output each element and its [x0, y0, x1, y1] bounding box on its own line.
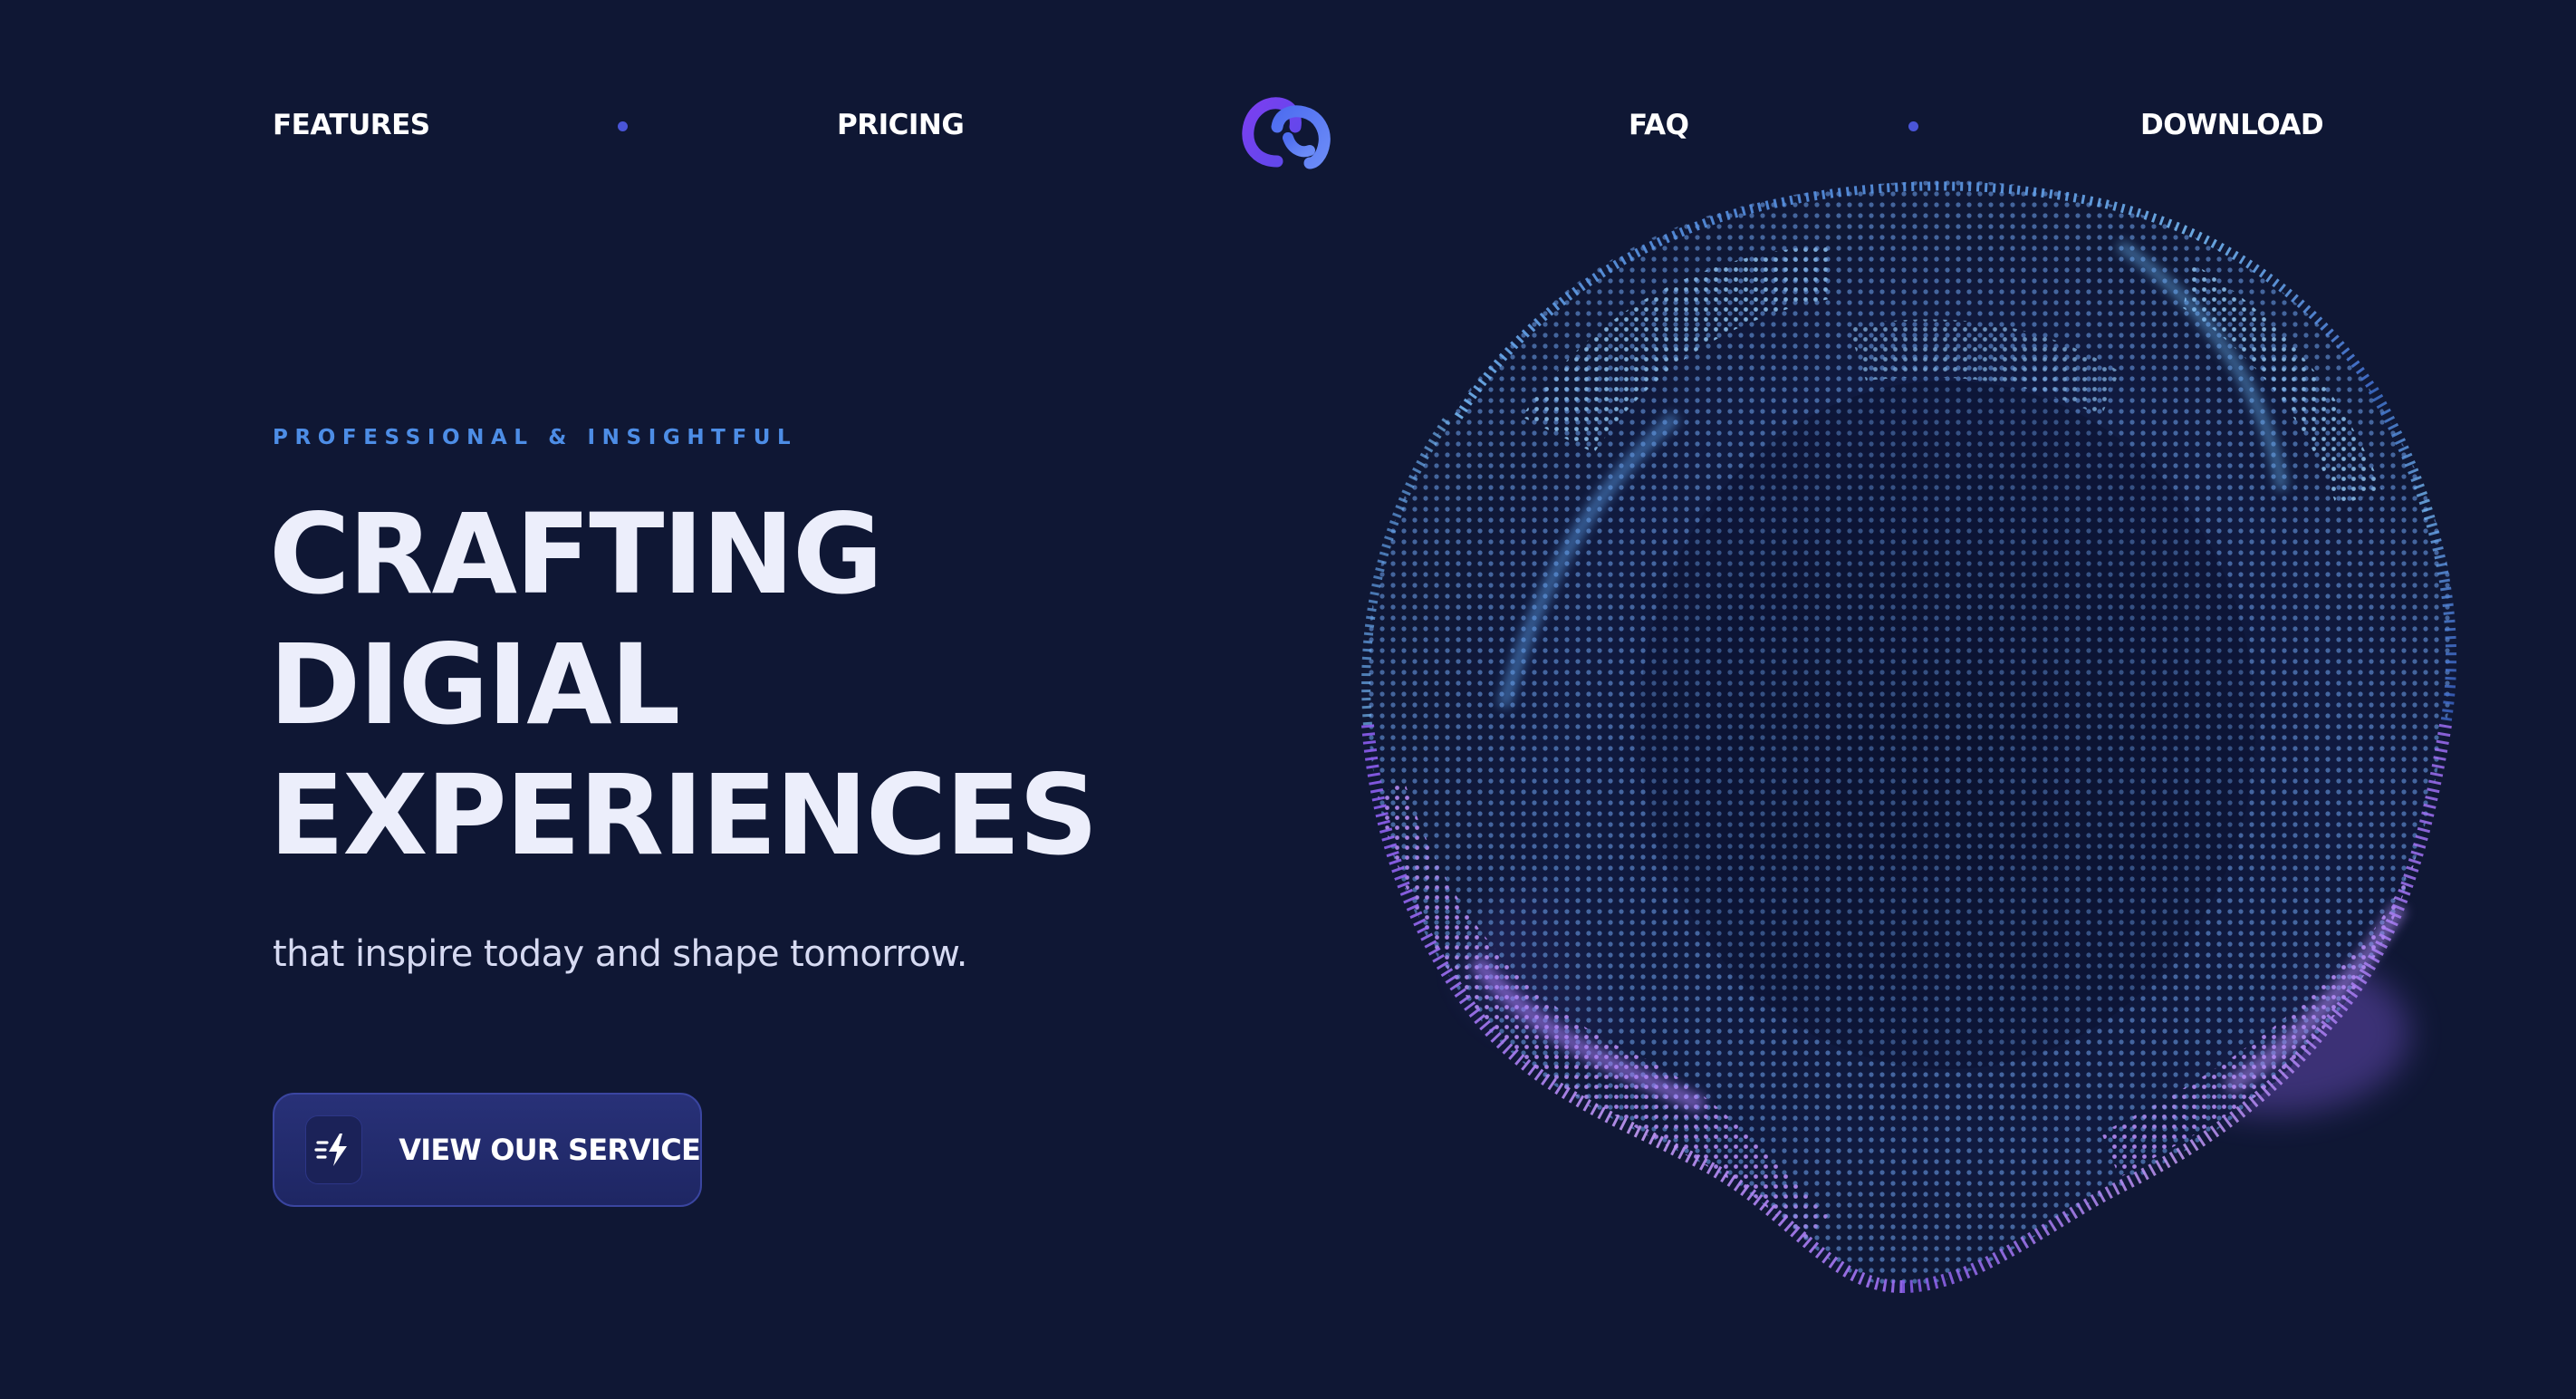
nav-link-faq[interactable]: FAQ: [1629, 107, 1689, 143]
hero-headline: CRAFTING DIGIAL EXPERIENCES: [269, 489, 1099, 881]
hero-eyebrow: PROFESSIONAL & INSIGHTFUL: [273, 426, 798, 449]
headline-line: EXPERIENCES: [269, 751, 1099, 880]
headline-line: DIGIAL: [269, 621, 680, 749]
lightning-bolt-icon: [305, 1115, 363, 1184]
nav-separator-dot: [1908, 121, 1918, 131]
headline-line: CRAFTING: [269, 490, 883, 619]
view-our-service-button[interactable]: VIEW OUR SERVICE: [273, 1093, 702, 1207]
hero-subline: that inspire today and shape tomorrow.: [273, 933, 967, 975]
nav-separator-dot: [618, 121, 628, 131]
particle-sphere-graphic: [1361, 180, 2457, 1293]
nav-link-pricing[interactable]: PRICING: [837, 107, 965, 143]
cta-label: VIEW OUR SERVICE: [399, 1133, 701, 1167]
nav-link-download[interactable]: DOWNLOAD: [2140, 107, 2324, 143]
nav-link-features[interactable]: FEATURES: [273, 107, 430, 143]
